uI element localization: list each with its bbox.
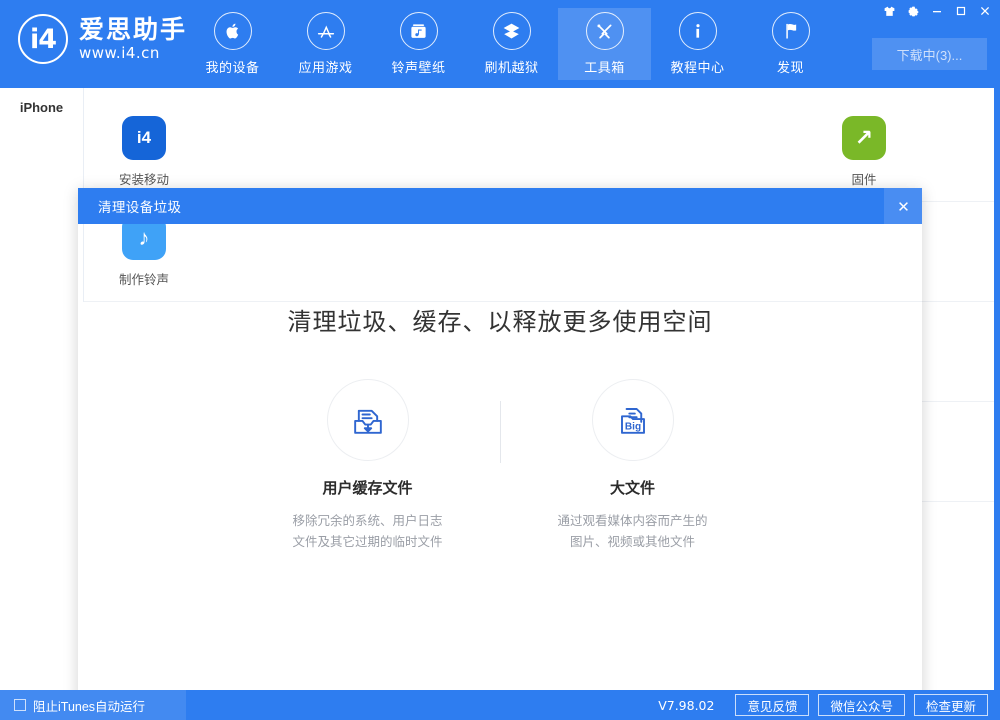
body-area: iPhone i4 安装移动 xyxy=(0,88,1000,690)
close-icon[interactable] xyxy=(884,188,922,224)
card-desc-line2: 图片、视频或其他文件 xyxy=(557,532,707,553)
tool-row: i4 安装移动 ↗ 固件 xyxy=(84,102,994,202)
nav-label: 工具箱 xyxy=(584,57,625,76)
clean-junk-dialog: 清理设备垃圾 清理垃圾、缓存、以释放更多使用空间 xyxy=(78,188,922,710)
logo-text: 爱思助手 www.i4.cn xyxy=(79,17,187,62)
flag-icon xyxy=(772,12,810,50)
tool-item-empty xyxy=(204,102,324,201)
status-bar: 阻止iTunes自动运行 V7.98.02 意见反馈 微信公众号 检查更新 xyxy=(0,690,1000,720)
nav-label: 教程中心 xyxy=(670,57,724,76)
checkbox-icon[interactable] xyxy=(14,699,26,711)
install-move-icon: i4 xyxy=(122,116,166,160)
big-folder-icon: Big xyxy=(592,379,674,461)
nav-item-my-device[interactable]: 我的设备 xyxy=(186,8,279,80)
info-icon xyxy=(679,12,717,50)
dialog-title-bar: 清理设备垃圾 xyxy=(78,188,922,224)
card-divider xyxy=(500,401,501,463)
tool-label: 固件 xyxy=(851,169,876,188)
toolbox-icon xyxy=(586,12,624,50)
clean-option-cards: 用户缓存文件 移除冗余的系统、用户日志 文件及其它过期的临时文件 xyxy=(78,379,922,552)
logo-url: www.i4.cn xyxy=(79,44,187,62)
card-big-files[interactable]: Big 大文件 通过观看媒体内容而产生的 图片、视频或其他文件 xyxy=(523,379,743,552)
wechat-button[interactable]: 微信公众号 xyxy=(818,694,905,716)
tool-label: 安装移动 xyxy=(119,169,169,188)
main-nav: 我的设备 应用游戏 铃声壁纸 刷机越狱 xyxy=(186,8,837,80)
nav-label: 我的设备 xyxy=(205,57,259,76)
logo-name: 爱思助手 xyxy=(79,17,187,44)
block-itunes-toggle[interactable]: 阻止iTunes自动运行 xyxy=(0,690,186,720)
dialog-body: 清理垃圾、缓存、以释放更多使用空间 用户缓存文件 xyxy=(78,302,922,720)
svg-text:Big: Big xyxy=(624,422,640,433)
dialog-title: 清理设备垃圾 xyxy=(98,196,181,216)
nav-label: 刷机越狱 xyxy=(484,57,538,76)
version-label: V7.98.02 xyxy=(658,698,714,713)
download-status-button[interactable]: 下载中(3)... xyxy=(872,38,987,70)
status-bar-right: V7.98.02 意见反馈 微信公众号 检查更新 xyxy=(658,694,1000,716)
settings-icon[interactable] xyxy=(902,1,924,21)
tool-item-empty xyxy=(444,102,564,201)
card-title: 大文件 xyxy=(610,477,655,498)
dialog-heading: 清理垃圾、缓存、以释放更多使用空间 xyxy=(78,302,922,337)
logo-mark-icon: i4 xyxy=(18,14,68,64)
app-header: i4 爱思助手 www.i4.cn 我的设备 应用游戏 xyxy=(0,0,1000,88)
card-desc-line1: 移除冗余的系统、用户日志 xyxy=(292,511,442,532)
flash-icon xyxy=(493,12,531,50)
device-sidebar: iPhone xyxy=(0,88,84,690)
app-logo: i4 爱思助手 www.i4.cn xyxy=(18,14,187,64)
maximize-icon[interactable] xyxy=(950,1,972,21)
ringtone-icon xyxy=(400,12,438,50)
appstore-icon xyxy=(307,12,345,50)
tool-item[interactable]: i4 安装移动 xyxy=(84,102,204,201)
tool-item-empty xyxy=(324,102,444,201)
card-desc-line2: 文件及其它过期的临时文件 xyxy=(292,532,442,553)
skin-icon[interactable] xyxy=(878,1,900,21)
apple-icon xyxy=(214,12,252,50)
app-window: i4 爱思助手 www.i4.cn 我的设备 应用游戏 xyxy=(0,0,1000,720)
nav-item-tutorial-center[interactable]: 教程中心 xyxy=(651,8,744,80)
nav-label: 铃声壁纸 xyxy=(391,57,445,76)
window-controls xyxy=(876,0,1000,22)
card-description: 通过观看媒体内容而产生的 图片、视频或其他文件 xyxy=(557,511,707,552)
tool-item[interactable]: ↗ 固件 xyxy=(804,102,924,201)
nav-label: 应用游戏 xyxy=(298,57,352,76)
card-desc-line1: 通过观看媒体内容而产生的 xyxy=(557,511,707,532)
block-itunes-label: 阻止iTunes自动运行 xyxy=(33,696,145,715)
check-update-button[interactable]: 检查更新 xyxy=(914,694,988,716)
sidebar-device-title: iPhone xyxy=(0,100,83,115)
tool-item-empty xyxy=(564,102,684,201)
close-icon[interactable] xyxy=(974,1,996,21)
nav-item-toolbox[interactable]: 工具箱 xyxy=(558,8,651,80)
firmware-icon: ↗ xyxy=(842,116,886,160)
cache-tray-icon xyxy=(327,379,409,461)
nav-item-apps-games[interactable]: 应用游戏 xyxy=(279,8,372,80)
card-description: 移除冗余的系统、用户日志 文件及其它过期的临时文件 xyxy=(292,511,442,552)
nav-item-discover[interactable]: 发现 xyxy=(744,8,837,80)
card-user-cache-files[interactable]: 用户缓存文件 移除冗余的系统、用户日志 文件及其它过期的临时文件 xyxy=(258,379,478,552)
nav-label: 发现 xyxy=(777,57,804,76)
minimize-icon[interactable] xyxy=(926,1,948,21)
card-title: 用户缓存文件 xyxy=(322,477,412,498)
tool-item-empty xyxy=(684,102,804,201)
feedback-button[interactable]: 意见反馈 xyxy=(735,694,809,716)
nav-item-ringtone-wallpaper[interactable]: 铃声壁纸 xyxy=(372,8,465,80)
nav-item-flash-jailbreak[interactable]: 刷机越狱 xyxy=(465,8,558,80)
